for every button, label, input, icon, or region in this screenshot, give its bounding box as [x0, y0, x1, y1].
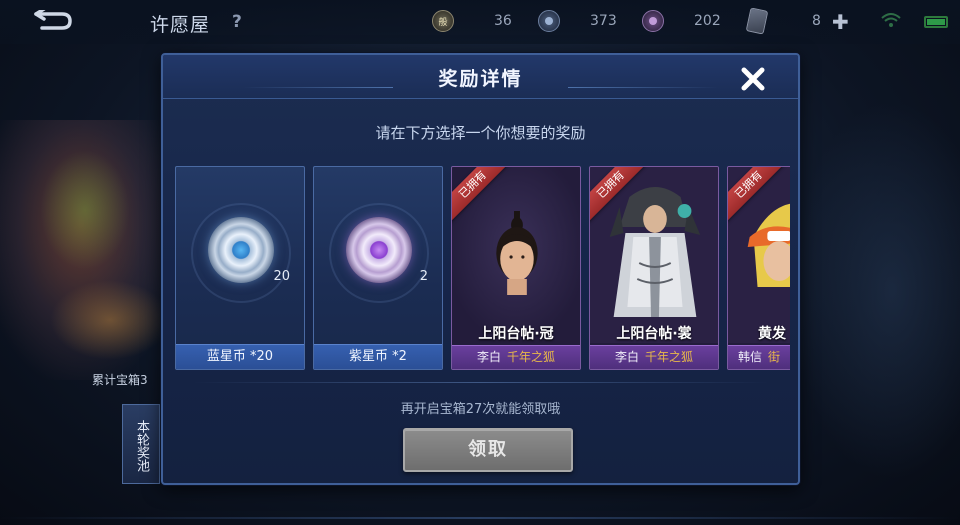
reward-count: 2	[419, 269, 428, 284]
accumulate-chest-label: 累计宝箱3	[92, 373, 148, 387]
claim-button[interactable]: 领取	[403, 428, 573, 472]
reward-label: 蓝星币 *20	[176, 344, 304, 369]
modal-header: 奖励详情	[163, 55, 798, 99]
background-chest-art	[50, 280, 170, 360]
gold-coin-icon: 般	[432, 10, 454, 32]
modal-title: 奖励详情	[438, 68, 523, 90]
reward-card-skin-yellow-hair[interactable]: 已拥有 黄发 韩信街	[727, 166, 790, 370]
reward-card-purple-star-coin[interactable]: 2 紫星币 *2	[313, 166, 443, 370]
add-resource-button[interactable]: ✚	[832, 10, 849, 34]
background-hero-art-2	[40, 150, 130, 270]
modal-subtitle: 请在下方选择一个你想要的奖励	[375, 124, 586, 142]
gold-coin-counter: 般 36	[432, 8, 512, 34]
hero-name: 李白	[614, 350, 639, 364]
hero-name: 韩信	[738, 350, 763, 364]
purple-star-coin-icon	[346, 217, 412, 283]
purple-star-coin-counter: 202	[642, 8, 721, 34]
wifi-icon	[880, 12, 902, 32]
purple-star-coin-icon	[642, 10, 664, 32]
skin-info-bar: 李白 千年之狐	[590, 345, 718, 369]
reward-count: 20	[273, 269, 290, 284]
skin-info-bar: 韩信街	[728, 345, 790, 369]
close-icon	[741, 67, 765, 91]
prize-pool-tab[interactable]: 本轮奖池	[122, 404, 160, 484]
page-title: 许愿屋	[150, 14, 211, 36]
help-button[interactable]: ?	[232, 12, 242, 32]
card-icon	[745, 7, 769, 35]
skin-series: 千年之狐	[645, 350, 694, 364]
reward-list: 20 蓝星币 *20 2 紫星币 *2 已拥有 上阳台帖·冠 李白 千年之狐 已…	[175, 166, 790, 372]
reward-details-modal: 奖励详情 请在下方选择一个你想要的奖励 20 蓝星币 *20 2 紫星币 *2	[161, 53, 800, 485]
divider	[193, 382, 768, 383]
top-bar: 许愿屋 ? 般 36 373 202 8 ✚	[0, 0, 960, 44]
skin-series: 千年之狐	[507, 350, 556, 364]
skin-name: 黄发	[758, 326, 786, 342]
back-button[interactable]	[28, 8, 80, 34]
reward-label: 紫星币 *2	[314, 344, 442, 369]
close-button[interactable]	[738, 64, 768, 94]
back-arrow-icon	[34, 10, 72, 30]
hero-name: 李白	[476, 350, 501, 364]
skin-info-bar: 李白 千年之狐	[452, 345, 580, 369]
reward-card-blue-star-coin[interactable]: 20 蓝星币 *20	[175, 166, 305, 370]
reward-card-skin-robe[interactable]: 已拥有 上阳台帖·裳 李白 千年之狐	[589, 166, 719, 370]
card-counter: 8	[745, 7, 821, 35]
skin-name: 上阳台帖·裳	[616, 326, 692, 342]
blue-star-coin-icon	[208, 217, 274, 283]
reward-card-skin-crown[interactable]: 已拥有 上阳台帖·冠 李白 千年之狐	[451, 166, 581, 370]
blue-star-coin-icon	[538, 10, 560, 32]
skin-series: 街	[768, 350, 781, 364]
background-right-art	[790, 100, 960, 480]
skin-name: 上阳台帖·冠	[478, 326, 554, 342]
bottom-divider	[0, 517, 960, 519]
unlock-hint: 再开启宝箱27次就能领取哦	[400, 402, 561, 417]
battery-icon	[924, 16, 948, 28]
blue-star-coin-counter: 373	[538, 8, 617, 34]
